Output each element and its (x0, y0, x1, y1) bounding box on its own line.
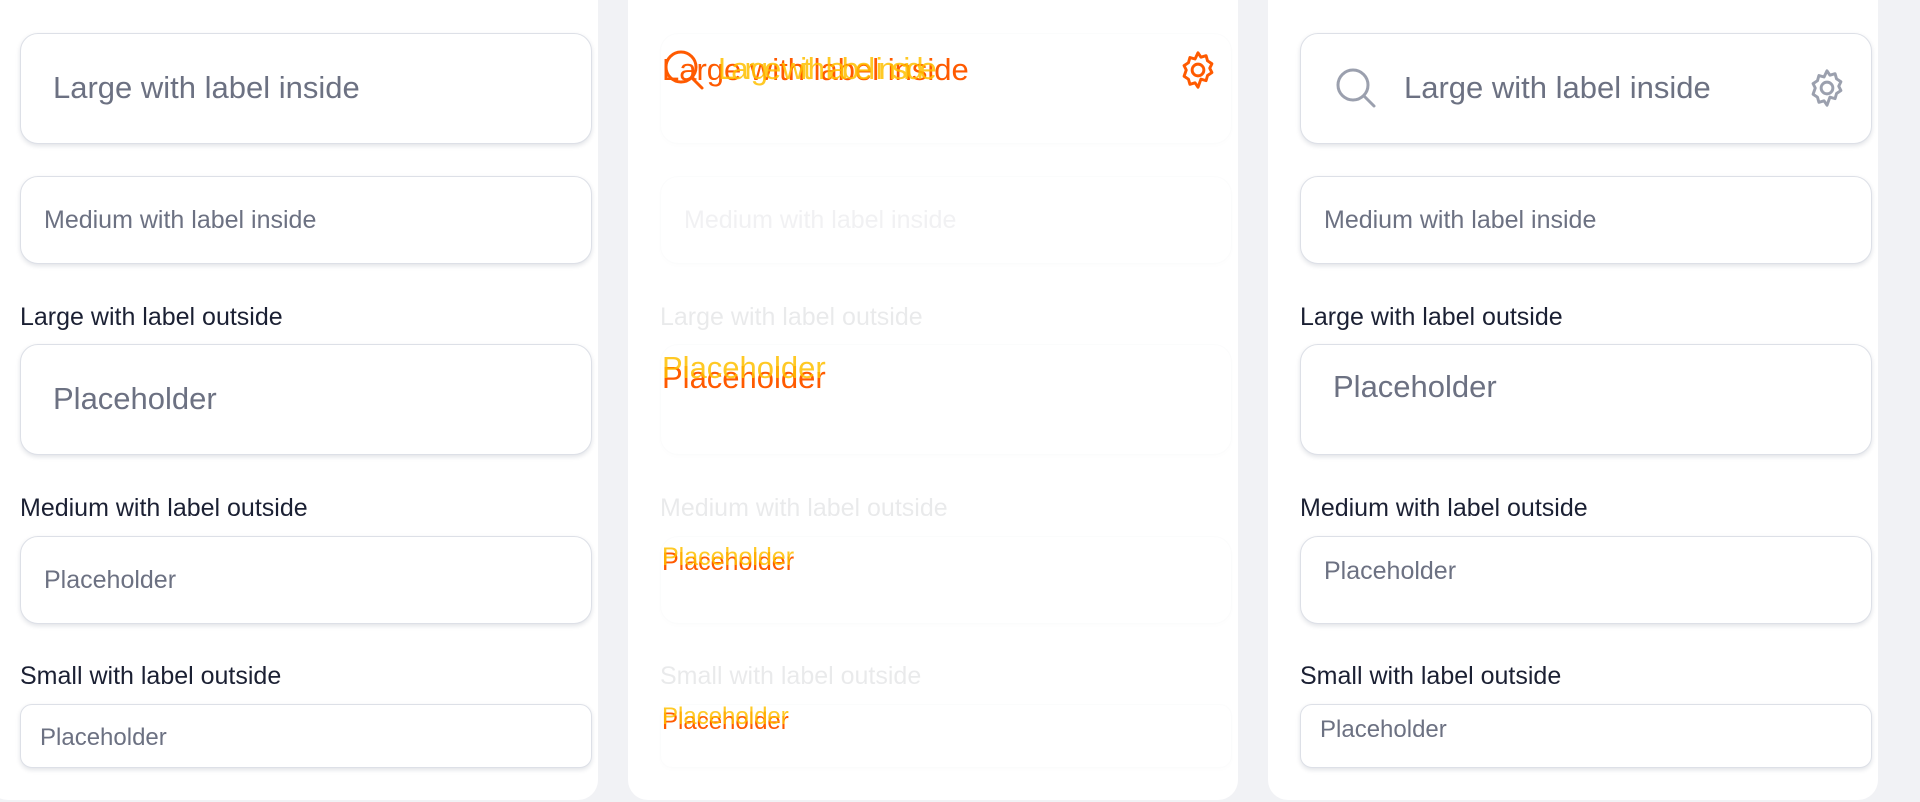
medium-inside-input[interactable]: Medium with label inside (1300, 176, 1872, 264)
medium-outside-placeholder: Placeholder (1324, 557, 1457, 585)
small-outside-placeholder: Placeholder (1320, 716, 1447, 743)
gear-icon[interactable] (1176, 48, 1220, 92)
small-outside-input[interactable]: Placeholder (1300, 704, 1872, 768)
medium-outside-label: Medium with label outside (660, 494, 948, 522)
medium-inside-text: Medium with label inside (44, 206, 317, 234)
large-outside-placeholder: Placeholder (53, 381, 217, 416)
large-outside-label: Large with label outside (20, 303, 283, 331)
medium-outside-input[interactable]: Placeholder (1300, 536, 1872, 624)
large-outside-input[interactable]: Placeholder (1300, 344, 1872, 455)
medium-inside-text: Medium with label inside (684, 206, 957, 234)
medium-outside-placeholder: Placeholder (44, 566, 177, 594)
text-field-column-with-icons: Large with label inside Medium with labe… (1268, 0, 1878, 800)
large-inside-input[interactable]: Large with label inside (20, 33, 592, 144)
large-outside-input[interactable]: Placeholder (20, 344, 592, 455)
large-inside-text: Large with label inside (53, 70, 360, 105)
medium-outside-label: Medium with label outside (1300, 494, 1588, 522)
search-icon (1334, 66, 1378, 110)
medium-inside-text: Medium with label inside (1324, 206, 1597, 234)
text-field-column-disabled: Large with label inside Large with label… (628, 0, 1238, 800)
medium-inside-input-disabled[interactable]: Medium with label inside (660, 176, 1232, 264)
medium-outside-label: Medium with label outside (20, 494, 308, 522)
medium-outside-input[interactable]: Placeholder (20, 536, 592, 624)
small-outside-placeholder: Placeholder (40, 724, 167, 751)
gear-icon[interactable] (1805, 66, 1849, 110)
small-outside-input[interactable]: Placeholder (20, 704, 592, 768)
large-outside-placeholder: Placeholder (1333, 369, 1497, 404)
large-outside-label: Large with label outside (1300, 303, 1563, 331)
small-outside-label: Small with label outside (20, 662, 282, 690)
small-outside-label: Small with label outside (1300, 662, 1562, 690)
large-inside-input-with-icons[interactable]: Large with label inside (1300, 33, 1872, 144)
small-outside-label: Small with label outside (660, 662, 922, 690)
medium-inside-input[interactable]: Medium with label inside (20, 176, 592, 264)
large-inside-input-disabled[interactable] (660, 33, 1232, 144)
large-inside-text: Large with label inside (1404, 70, 1711, 105)
text-field-column-default: Large with label inside Medium with labe… (0, 0, 598, 800)
large-outside-label: Large with label outside (660, 303, 923, 331)
